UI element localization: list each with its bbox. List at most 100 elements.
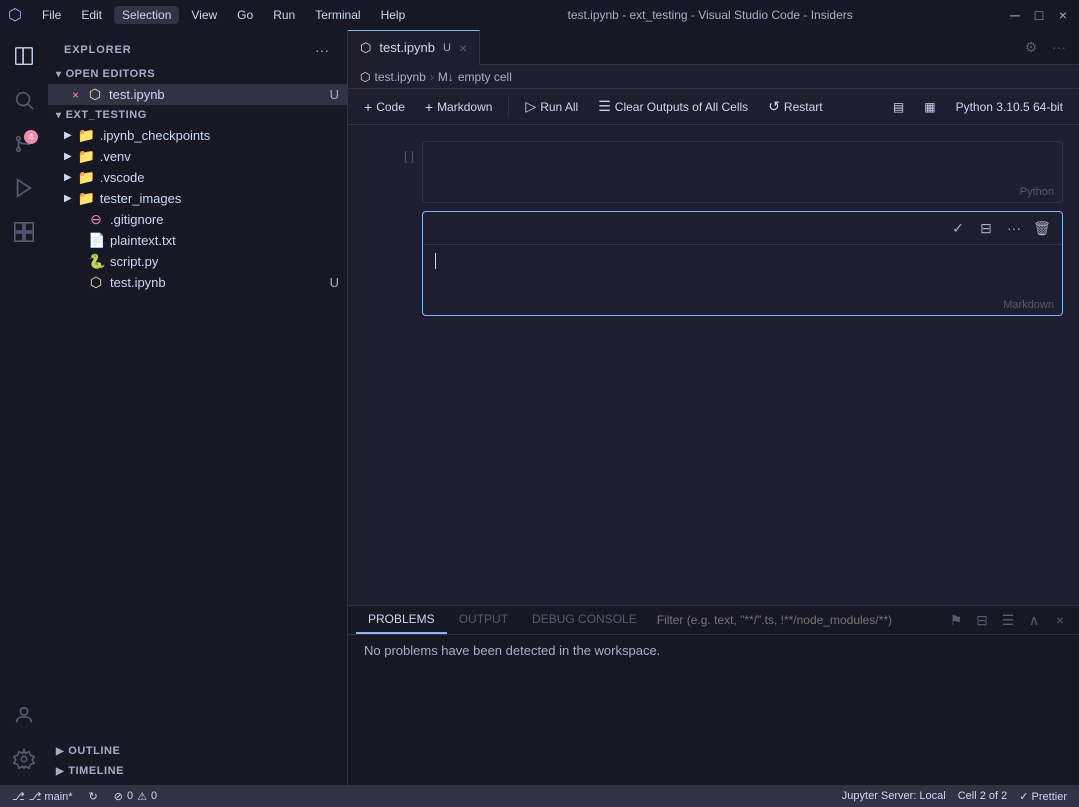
run-debug-activity-icon[interactable] [6,170,42,206]
settings-activity-icon[interactable] [6,741,42,777]
git-branch-status[interactable]: ⎇ ⎇ main* [8,790,77,803]
open-editor-item-test-ipynb[interactable]: × ⬡ test.ipynb U [48,84,347,105]
folder-icon: 📁 [78,169,94,186]
minimize-button[interactable]: ─ [1007,7,1023,23]
source-control-badge: 4 [24,130,38,144]
kernel-picker[interactable]: Python 3.10.5 64-bit [948,96,1071,118]
panel-tab-problems[interactable]: PROBLEMS [356,606,447,634]
source-control-activity-icon[interactable]: 4 [6,126,42,162]
menu-help[interactable]: Help [373,6,414,24]
explorer-activity-icon[interactable] [6,38,42,74]
cell-gutter-1: [ ] [364,141,414,203]
filter-icon[interactable]: ⚑ [945,609,967,631]
notebook-content[interactable]: [ ] Python ✓ ⊟ ··· � [348,125,1079,605]
ext-testing-section[interactable]: ▾ EXT_TESTING [48,105,347,125]
breadcrumb-icon: ⬡ [360,70,370,84]
sidebar-item-test-ipynb[interactable]: ⬡ test.ipynb U [48,272,347,293]
problems-icon: ⊘ [114,790,123,803]
sidebar-item-plaintext[interactable]: 📄 plaintext.txt [48,230,347,251]
tab-bar-actions: ⚙ ··· [1019,35,1079,59]
cell-execution-count: [ ] [404,149,414,163]
close-button[interactable]: × [1055,7,1071,23]
clear-outputs-button[interactable]: ☰ Clear Outputs of All Cells [590,94,756,119]
panel-tab-actions: ⚑ ⊟ ☰ ∧ × [945,609,1071,631]
add-markdown-button[interactable]: + Markdown [417,95,501,119]
code-cell-1: [ ] Python [364,141,1063,203]
text-file-icon: 📄 [88,232,104,249]
extensions-activity-icon[interactable] [6,214,42,250]
panel-tab-output[interactable]: OUTPUT [447,606,520,634]
close-panel-button[interactable]: × [1049,609,1071,631]
account-activity-icon[interactable] [6,697,42,733]
modified-indicator: U [330,87,339,102]
markdown-cell-content-2[interactable] [423,245,1062,295]
prettier-status[interactable]: ✓ Prettier [1015,790,1071,803]
panel-tab-debug-console[interactable]: DEBUG CONSOLE [520,606,649,634]
cell-more-button[interactable]: ··· [1002,216,1026,240]
add-code-button[interactable]: + Code [356,95,413,119]
jupyter-server-status[interactable]: Jupyter Server: Local [838,790,950,803]
tab-close-button[interactable]: × [459,40,467,56]
panel-filter-input[interactable] [649,613,945,627]
open-editors-label: OPEN EDITORS [66,68,156,80]
cell-gutter-2 [364,211,414,316]
cell-accept-button[interactable]: ✓ [946,216,970,240]
menu-go[interactable]: Go [229,6,261,24]
restart-icon: ↺ [768,98,780,115]
activity-bar-bottom [6,697,42,777]
search-activity-icon[interactable] [6,82,42,118]
markdown-cell-2: ✓ ⊟ ··· 🗑 Markdown [364,211,1063,316]
breadcrumb-icon2: M↓ [438,70,454,84]
tab-test-ipynb[interactable]: ⬡ test.ipynb U × [348,30,480,65]
sync-status[interactable]: ↻ [85,790,102,803]
menu-edit[interactable]: Edit [73,6,110,24]
maximize-button[interactable]: □ [1031,7,1047,23]
status-bar: ⎇ ⎇ main* ↻ ⊘ 0 ⚠ 0 Jupyter Server: Loca… [0,785,1079,807]
panel-content: No problems have been detected in the wo… [348,635,1079,785]
outline-section[interactable]: ▶ OUTLINE [48,741,347,761]
code-cell-content-1[interactable] [423,142,1062,182]
main-layout: 4 EXPLORER ··· ▾ OPEN EDITORS [0,30,1079,785]
toolbar-right: ▤ ▦ Python 3.10.5 64-bit [885,96,1071,118]
open-editor-filename: test.ipynb [109,87,165,102]
timeline-section[interactable]: ▶ TIMELINE [48,761,347,781]
clear-panel-icon[interactable]: ☰ [997,609,1019,631]
cell-lang-label-2: Markdown [423,295,1062,315]
window-controls: ─ □ × [1007,7,1071,23]
cell-delete-button[interactable]: 🗑 [1030,216,1054,240]
sidebar-item-venv[interactable]: ▶ 📁 .venv [48,146,347,167]
markdown-cell-body-2[interactable]: ✓ ⊟ ··· 🗑 Markdown [422,211,1063,316]
warnings-icon: ⚠ [137,790,147,803]
clear-icon: ☰ [598,98,611,115]
menu-terminal[interactable]: Terminal [307,6,368,24]
cell-position-status[interactable]: Cell 2 of 2 [954,790,1012,803]
split-editor-button[interactable]: ⚙ [1019,35,1043,59]
sidebar-item-vscode[interactable]: ▶ 📁 .vscode [48,167,347,188]
restart-button[interactable]: ↺ Restart [760,94,830,119]
sidebar-item-script-py[interactable]: 🐍 script.py [48,251,347,272]
sidebar-more-button[interactable]: ··· [313,40,331,60]
folder-icon: 📁 [78,148,94,165]
ext-testing-label: EXT_TESTING [66,109,147,121]
code-cell-body-1[interactable]: Python [422,141,1063,203]
breadcrumb-file[interactable]: test.ipynb [374,70,425,84]
menu-view[interactable]: View [183,6,225,24]
variables-button[interactable]: ▤ [885,96,912,118]
menu-selection[interactable]: Selection [114,6,179,24]
sidebar-item-tester-images[interactable]: ▶ 📁 tester_images [48,188,347,209]
breadcrumb-cell[interactable]: empty cell [458,70,512,84]
cell-split-button[interactable]: ⊟ [974,216,998,240]
menu-run[interactable]: Run [265,6,303,24]
maximize-panel-button[interactable]: ∧ [1023,609,1045,631]
close-editor-icon[interactable]: × [72,88,79,102]
collapse-icon[interactable]: ⊟ [971,609,993,631]
menu-file[interactable]: File [34,6,69,24]
open-editors-section[interactable]: ▾ OPEN EDITORS [48,64,347,84]
problems-status[interactable]: ⊘ 0 ⚠ 0 [110,790,161,803]
cell-lang-label-1: Python [423,182,1062,202]
sidebar-item-gitignore[interactable]: ⊖ .gitignore [48,209,347,230]
sidebar-item-ipynb-checkpoints[interactable]: ▶ 📁 .ipynb_checkpoints [48,125,347,146]
more-actions-button[interactable]: ··· [1047,35,1071,59]
run-all-button[interactable]: ▷ Run All [517,94,586,119]
outline-button[interactable]: ▦ [916,96,943,118]
